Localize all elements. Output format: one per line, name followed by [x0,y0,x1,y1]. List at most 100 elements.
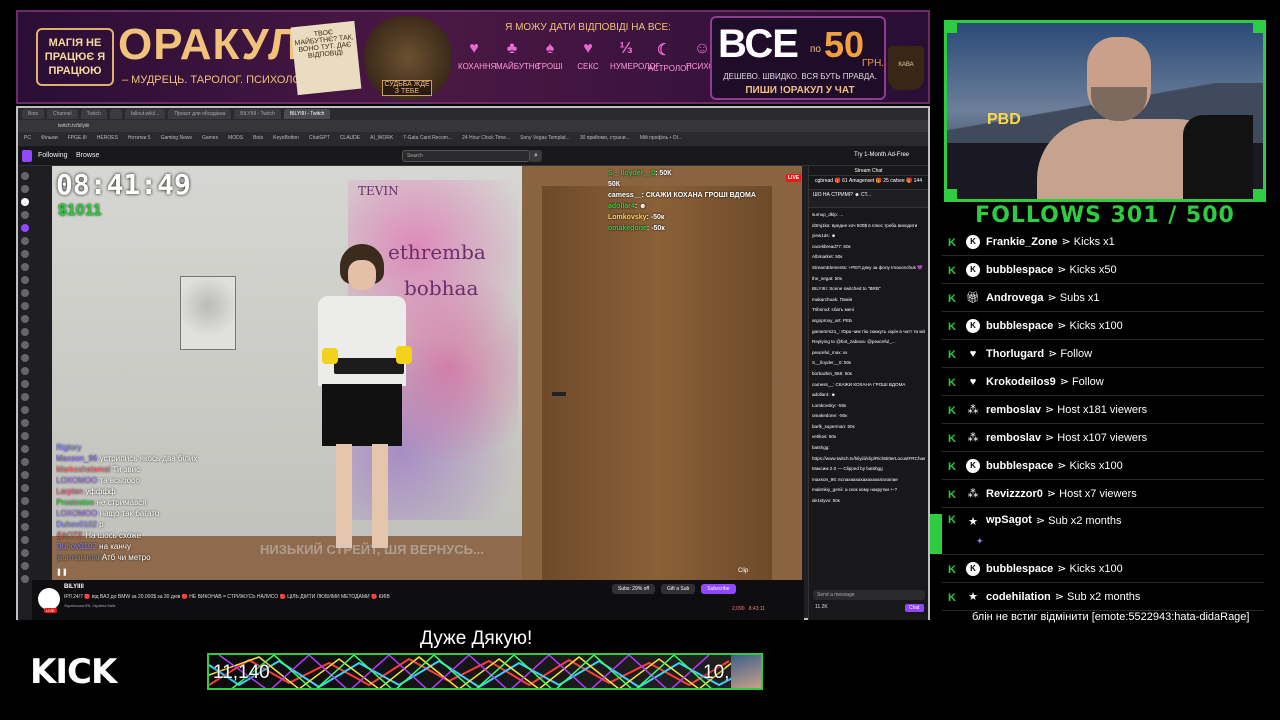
bookmark[interactable]: AI_WORK [370,135,393,143]
channel-avatar[interactable] [21,562,29,570]
channel-avatar[interactable] [21,484,29,492]
channel-avatar[interactable] [21,237,29,245]
bookmark[interactable]: CLAUDE [340,135,360,143]
browser-tab[interactable]: Channel [47,109,78,119]
event-row: K K Frankie_Zone ⋗ Kicks x1 [942,228,1264,256]
channel-avatar[interactable] [21,419,29,427]
channel-avatar[interactable] [21,497,29,505]
channel-avatar[interactable] [21,224,29,232]
event-user: Thorlugard [986,347,1045,360]
bookmark[interactable]: Фільми [41,135,58,143]
channel-avatar[interactable] [21,523,29,531]
channel-avatar[interactable] [21,185,29,193]
channel-avatar[interactable] [21,575,29,583]
channel-avatar[interactable] [21,302,29,310]
bookmark[interactable]: FPGE.III [68,135,87,143]
channel-avatar[interactable] [21,510,29,518]
channel-avatar[interactable] [21,432,29,440]
channel-avatar[interactable] [21,536,29,544]
donor-avatar [731,655,761,688]
channel-avatar[interactable] [21,172,29,180]
channel-avatar[interactable] [21,198,29,206]
channel-avatar[interactable] [21,289,29,297]
channel-avatar[interactable] [21,445,29,453]
kick-k-icon: K [948,348,956,361]
tray [334,358,404,374]
bookmark[interactable]: 24 Hour Clock Time... [462,135,510,143]
channel-avatar[interactable] [21,354,29,362]
nav-browse[interactable]: Browse [76,152,99,159]
bookmark[interactable]: Sony Vegas Templat... [520,135,570,143]
bookmark[interactable]: MODS [228,135,243,143]
gift-sub-button[interactable]: Gift a Sub [661,584,696,594]
streamer-webcam [1037,37,1253,199]
channel-avatar[interactable] [21,549,29,557]
bookmark[interactable]: Мій профіль • OI... [640,135,682,143]
channel-avatar[interactable] [21,328,29,336]
beard [1091,87,1147,121]
bookmark[interactable]: 7-Gata Card Recom... [403,135,452,143]
kick-k-icon: K [948,488,956,501]
browser-tab[interactable] [109,109,122,119]
frame-corner [947,23,957,33]
subscribe-button[interactable]: Subscribe [701,584,736,594]
event-text: ⋗ Subs x1 [1047,292,1100,304]
chat-send-button[interactable]: Chat [905,604,924,612]
channel-avatar[interactable] [38,588,60,610]
nav-following[interactable]: Following [38,152,68,159]
channel-avatar[interactable] [21,458,29,466]
viewer-count: 2,090 8:43:11 [732,606,765,612]
bookmark[interactable]: ChatGPT [309,135,330,143]
channel-avatar[interactable] [21,471,29,479]
star-icon: ★ [968,515,978,528]
bookmark[interactable]: Games [202,135,218,143]
channel-avatar[interactable] [21,315,29,323]
video-player[interactable]: ethremba bobhaa TEVIN 08:41:49 $1011 LIV… [52,166,802,580]
stream-tags[interactable]: Українська IRL Україна Київ [64,603,115,608]
event-text: ⋗ Host x7 viewers [1046,488,1137,500]
browser-tab[interactable]: fallout.wiki/... [124,109,166,119]
channel-avatar[interactable] [21,341,29,349]
channel-avatar[interactable] [21,367,29,375]
browser-tab[interactable]: Проєкт для обсидіана [168,109,232,119]
bookmark[interactable]: PC [24,135,31,143]
bookmark[interactable]: KeyeBotten [273,135,299,143]
oracle-ad-banner: МАГІЯ НЕ ПРАЦЮЄ Я ПРАЦЮЮ ОРАКУЛ – МУДРЕЦ… [16,10,930,104]
clip-button[interactable]: Clip [738,568,748,574]
search-icon[interactable]: ⌕ [530,150,542,162]
event-user: Krokodeilos9 [986,375,1056,388]
bookmark[interactable]: Нотатки 5 [128,135,151,143]
address-bar[interactable]: twitch.tv/bilyiiii [18,120,928,132]
prime-offer-button[interactable]: Try 1-Month Ad-Free [854,152,909,158]
event-user: remboslav [986,403,1042,416]
bookmark[interactable]: 30 прийоми, страни... [580,135,630,143]
twitch-logo-icon[interactable] [22,150,32,162]
kick-k-icon: K [948,292,956,305]
channel-points[interactable]: 11.2K [815,604,828,610]
channel-avatar[interactable] [21,380,29,388]
browser-tab[interactable]: Twitch [80,109,107,119]
channel-avatar[interactable] [21,211,29,219]
event-user: codehilation [986,590,1051,603]
channel-name[interactable]: BILYIIII [64,584,84,590]
chat-input[interactable]: Send a message [813,590,925,600]
pinned-message[interactable]: ШО НА СТРИМІ? ☻ СТ... [809,190,928,208]
channel-avatar[interactable] [21,393,29,401]
chat-message: cacekbread77: 50к [812,243,851,249]
channel-avatar[interactable] [21,263,29,271]
gifter: Amagenset 🎁 25 [848,178,889,184]
coffee-cup-image: КАВА [888,46,924,90]
bookmark[interactable]: Bots [253,135,263,143]
browser-tab[interactable]: BILYIIII - Twitch [234,109,281,119]
channel-avatar[interactable] [21,276,29,284]
browser-tab[interactable]: Bots [22,109,45,119]
bookmark[interactable]: HEROES [97,135,118,143]
chat-message[interactable]: https://www.twitch.tv/bilyiiii/clip/Rich… [812,454,925,465]
channel-avatar[interactable] [21,406,29,414]
subs-discount-button[interactable]: Subs: 29% off [612,584,656,594]
pause-icon[interactable]: ❚❚ [56,568,68,576]
channel-avatar[interactable] [21,250,29,258]
bookmark[interactable]: Gaming News [161,135,192,143]
browser-tab-active[interactable]: BILYIIII - Twitch [283,109,331,119]
search-input[interactable]: Search [402,150,530,162]
